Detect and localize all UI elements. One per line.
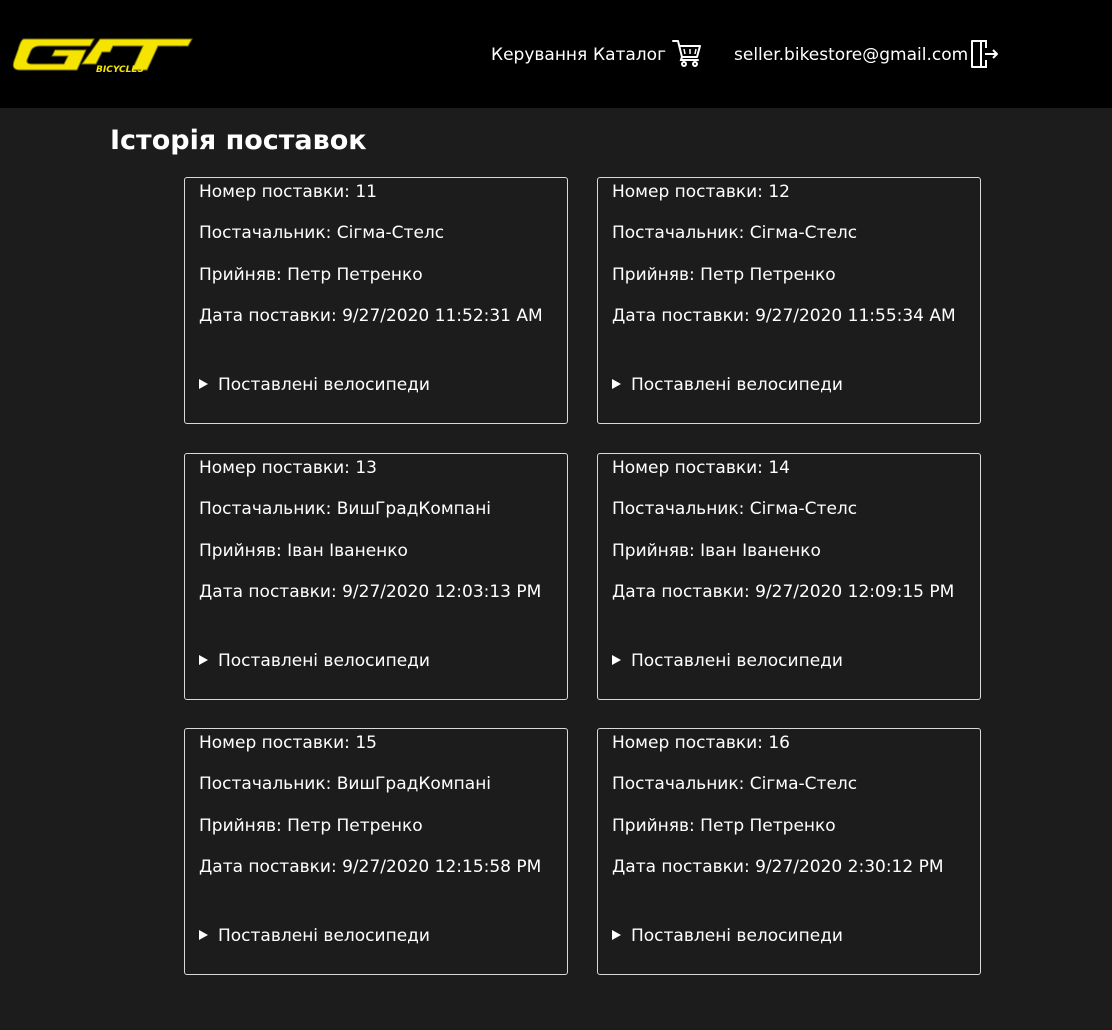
- delivery-accepted-by: Прийняв: Петр Петренко: [612, 816, 836, 836]
- delivered-bikes-toggle[interactable]: Поставлені велосипеди: [612, 925, 843, 947]
- user-email: seller.bikestore@gmail.com: [734, 45, 969, 65]
- svg-text:BICYCLES: BICYCLES: [96, 65, 144, 75]
- delivery-number: Номер поставки: 12: [612, 182, 790, 202]
- delivery-supplier: Постачальник: Сігма-Стелс: [612, 774, 858, 794]
- expand-triangle-icon: [612, 930, 621, 940]
- delivery-accepted-by: Прийняв: Іван Іваненко: [612, 541, 821, 561]
- expand-triangle-icon: [199, 379, 208, 389]
- delivery-supplier: Постачальник: Сігма-Стелс: [199, 223, 445, 243]
- delivery-supplier: Постачальник: Сігма-Стелс: [612, 223, 858, 243]
- nav-catalog-link[interactable]: Каталог: [593, 44, 666, 66]
- delivery-accepted-by: Прийняв: Петр Петренко: [612, 265, 836, 285]
- delivery-card: Номер поставки: 11 Постачальник: Сігма-С…: [184, 177, 568, 424]
- delivery-accepted-by: Прийняв: Іван Іваненко: [199, 541, 408, 561]
- expand-triangle-icon: [199, 930, 208, 940]
- delivery-number: Номер поставки: 14: [612, 458, 790, 478]
- delivery-date: Дата поставки: 9/27/2020 12:09:15 PM: [612, 582, 955, 602]
- header: BICYCLES Керування Каталог seller.bikest…: [0, 0, 1112, 108]
- delivery-card: Номер поставки: 16 Постачальник: Сігма-С…: [597, 728, 981, 975]
- delivered-bikes-toggle[interactable]: Поставлені велосипеди: [612, 374, 843, 396]
- delivered-bikes-toggle[interactable]: Поставлені велосипеди: [199, 925, 430, 947]
- delivery-number: Номер поставки: 16: [612, 733, 790, 753]
- expand-triangle-icon: [612, 379, 621, 389]
- delivery-supplier: Постачальник: ВишГрадКомпані: [199, 774, 492, 794]
- delivery-card: Номер поставки: 13 Постачальник: ВишГрад…: [184, 453, 568, 700]
- delivery-number: Номер поставки: 15: [199, 733, 377, 753]
- logout-icon[interactable]: [968, 39, 1000, 69]
- delivery-supplier: Постачальник: Сігма-Стелс: [612, 499, 858, 519]
- delivery-number: Номер поставки: 13: [199, 458, 377, 478]
- page-title: Історія поставок: [110, 125, 367, 156]
- nav-manage-link[interactable]: Керування: [491, 44, 587, 66]
- delivery-supplier: Постачальник: ВишГрадКомпані: [199, 499, 492, 519]
- delivery-accepted-by: Прийняв: Петр Петренко: [199, 816, 423, 836]
- delivery-accepted-by: Прийняв: Петр Петренко: [199, 265, 423, 285]
- delivered-bikes-toggle[interactable]: Поставлені велосипеди: [199, 374, 430, 396]
- delivery-date: Дата поставки: 9/27/2020 12:15:58 PM: [199, 857, 542, 877]
- delivery-date: Дата поставки: 9/27/2020 2:30:12 PM: [612, 857, 944, 877]
- expand-triangle-icon: [199, 655, 208, 665]
- delivered-bikes-toggle[interactable]: Поставлені велосипеди: [612, 650, 843, 672]
- delivery-card: Номер поставки: 12 Постачальник: Сігма-С…: [597, 177, 981, 424]
- delivered-bikes-toggle[interactable]: Поставлені велосипеди: [199, 650, 430, 672]
- delivery-date: Дата поставки: 9/27/2020 11:52:31 AM: [199, 306, 543, 326]
- delivery-number: Номер поставки: 11: [199, 182, 377, 202]
- delivery-date: Дата поставки: 9/27/2020 11:55:34 AM: [612, 306, 956, 326]
- gt-bicycles-logo[interactable]: BICYCLES: [10, 33, 194, 75]
- delivery-card: Номер поставки: 14 Постачальник: Сігма-С…: [597, 453, 981, 700]
- delivery-date: Дата поставки: 9/27/2020 12:03:13 PM: [199, 582, 542, 602]
- delivery-card: Номер поставки: 15 Постачальник: ВишГрад…: [184, 728, 568, 975]
- shopping-cart-icon[interactable]: [671, 38, 703, 68]
- expand-triangle-icon: [612, 655, 621, 665]
